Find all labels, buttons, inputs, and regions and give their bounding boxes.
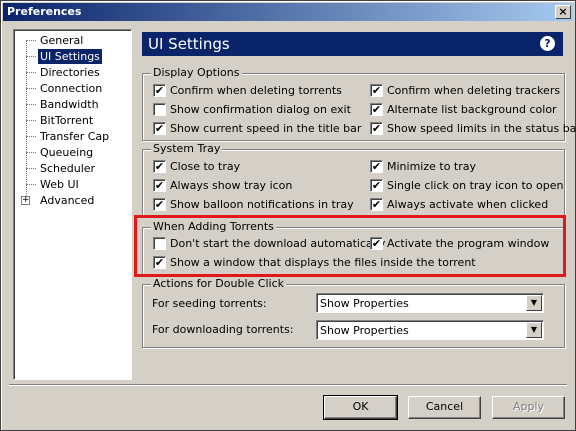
checkbox-label: Don't start the download automatically [170,237,386,250]
tree-item-label: BitTorrent [40,114,94,127]
tree-item-label: Web UI [40,178,79,191]
checkbox-label: Show current speed in the title bar [170,122,362,135]
seeding-label: For seeding torrents: [152,297,267,310]
checkbox-label: Always activate when clicked [387,198,549,211]
chevron-down-icon[interactable]: ▼ [526,295,542,311]
page-header: UI Settings ? [142,32,563,56]
adding-torrents-group: When Adding Torrents Don't start the dow… [142,220,565,275]
checkbox-box: ✔ [370,122,383,135]
tree-item-label: Directories [40,66,100,79]
checkbox-box: ✔ [153,160,166,173]
checkbox-label: Close to tray [170,160,241,173]
group-title: Display Options [151,66,242,79]
title-bar: Preferences × [3,3,573,21]
checkbox-box: ✔ [370,179,383,192]
close-button[interactable]: × [555,5,571,19]
tree-item-label: Transfer Cap [40,130,110,143]
tree-item-label: Connection [40,82,103,95]
group-title: When Adding Torrents [151,220,276,233]
checkbox-label: Minimize to tray [387,160,477,173]
checkbox-label: Confirm when deleting torrents [170,84,342,97]
divider [9,384,567,386]
checkbox-label: Show confirmation dialog on exit [170,103,351,116]
checkbox-box: ✔ [370,237,383,250]
checkbox-box: ✔ [370,103,383,116]
tree-item-label: Queueing [40,146,94,159]
checkbox-box: ✔ [153,122,166,135]
checkbox-label: Show a window that displays the files in… [170,256,476,269]
checkbox-label: Show speed limits in the status bar [387,122,576,135]
checkbox-label: Show balloon notifications in tray [170,198,354,211]
checkbox-label: Confirm when deleting trackers [387,84,561,97]
dropdown-value: Show Properties [320,297,409,310]
checkbox-box: ✔ [370,84,383,97]
checkbox-label: Always show tray icon [170,179,293,192]
tree-item-label: UI Settings [38,49,102,64]
checkbox-label: Single click on tray icon to open [387,179,564,192]
window-title: Preferences [7,5,82,18]
group-title: Actions for Double Click [151,277,286,290]
downloading-action-dropdown[interactable]: Show Properties ▼ [316,320,544,340]
checkbox-box: ✔ [153,84,166,97]
checkbox-box: ✔ [153,179,166,192]
display-options-group: Display Options ✔ Confirm when deleting t… [142,66,576,141]
ok-button[interactable]: OK [323,395,398,420]
system-tray-group: System Tray ✔ Close to tray ✔ Minimize to … [142,142,565,217]
checkbox-box: ✔ [153,198,166,211]
seeding-action-dropdown[interactable]: Show Properties ▼ [316,293,544,313]
tree-item-label: Scheduler [40,162,96,175]
tree-item-label: Bandwidth [40,98,99,111]
checkbox-box: ✔ [153,256,166,269]
checkbox-box [153,237,166,250]
apply-button[interactable]: Apply [492,396,565,419]
dropdown-value: Show Properties [320,324,409,337]
page-title: UI Settings [148,35,230,53]
chevron-down-icon[interactable]: ▼ [526,322,542,338]
tree-item-label: Advanced [40,194,95,207]
tree-item-label: General [40,34,84,47]
checkbox-label: Activate the program window [387,237,550,250]
preferences-window: Preferences × General UI Settings Direct… [0,0,576,431]
downloading-label: For downloading torrents: [152,323,294,336]
group-title: System Tray [151,142,223,155]
category-tree[interactable]: General UI Settings Directories Connecti… [13,29,132,380]
close-icon: × [558,5,568,18]
checkbox-label: Alternate list background color [387,103,557,116]
checkbox-box: ✔ [370,160,383,173]
tree-guide-line [26,40,27,202]
checkbox-box: ✔ [370,198,383,211]
help-icon[interactable]: ? [540,36,555,51]
expand-icon[interactable]: + [21,196,30,205]
cancel-button[interactable]: Cancel [408,396,481,419]
checkbox-box [153,103,166,116]
